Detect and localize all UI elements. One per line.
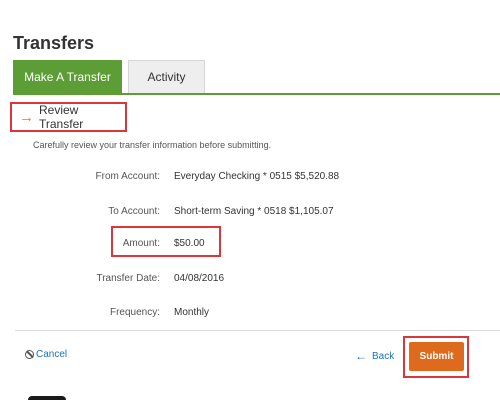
review-title: Review Transfer: [39, 103, 84, 131]
back-label: Back: [372, 350, 395, 362]
cancel-circle-icon: [25, 350, 34, 359]
back-link[interactable]: ← Back: [355, 350, 394, 362]
from-account-label: From Account:: [95, 171, 160, 182]
arrow-right-icon: →: [19, 108, 34, 126]
transfer-date-value: 04/08/2016: [174, 273, 225, 284]
divider: [15, 330, 500, 331]
arrow-left-icon: ←: [355, 349, 367, 363]
partial-element: [28, 396, 66, 400]
to-account-value: Short-term Saving * 0518 $1,105.07: [174, 206, 334, 217]
frequency-label: Frequency:: [109, 307, 160, 318]
transfer-date-label: Transfer Date:: [96, 273, 160, 284]
tab-bar: Make A Transfer Activity: [13, 60, 500, 95]
amount-value: $50.00: [174, 238, 205, 249]
tab-make-a-transfer[interactable]: Make A Transfer: [13, 60, 122, 93]
page-title: Transfers: [13, 33, 95, 53]
tab-activity[interactable]: Activity: [128, 60, 205, 93]
cancel-label: Cancel: [36, 349, 68, 360]
from-account-value: Everyday Checking * 0515 $5,520.88: [174, 171, 340, 182]
review-instructions: Carefully review your transfer informati…: [33, 140, 272, 150]
cancel-link[interactable]: Cancel: [25, 349, 67, 360]
review-transfer-heading: → Review Transfer: [10, 102, 127, 132]
to-account-label: To Account:: [108, 206, 160, 217]
amount-label: Amount:: [122, 238, 160, 249]
frequency-value: Monthly: [174, 307, 210, 318]
submit-button[interactable]: Submit: [409, 342, 464, 371]
